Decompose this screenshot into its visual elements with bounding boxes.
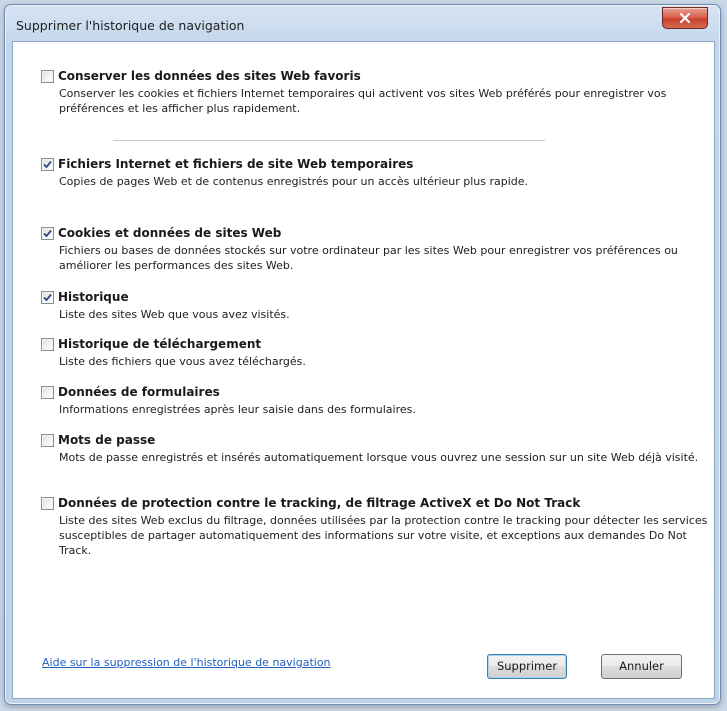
checkbox-cookies[interactable] (41, 227, 54, 240)
dialog-content: Conserver les données des sites Web favo… (12, 41, 715, 699)
cancel-button[interactable]: Annuler (601, 654, 682, 679)
dialog-title: Supprimer l'historique de navigation (16, 18, 245, 33)
close-icon (679, 13, 691, 23)
checkbox-history[interactable] (41, 291, 54, 304)
option-description: Mots de passe enregistrés et insérés aut… (59, 451, 699, 464)
checkmark-icon (43, 229, 52, 238)
title-bar: Supprimer l'historique de navigation (5, 5, 720, 41)
checkbox-tracking-protection[interactable] (41, 497, 54, 510)
option-title: Données de formulaires (58, 385, 220, 399)
option-title: Fichiers Internet et fichiers de site We… (58, 157, 414, 171)
help-link[interactable]: Aide sur la suppression de l'historique … (42, 656, 331, 669)
checkbox-passwords[interactable] (41, 434, 54, 447)
option-title: Mots de passe (58, 433, 156, 447)
divider (113, 140, 545, 141)
option-title: Conserver les données des sites Web favo… (58, 69, 361, 83)
option-title: Historique de téléchargement (58, 337, 262, 351)
option-description: Copies de pages Web et de contenus enreg… (59, 175, 529, 188)
option-description: Liste des fichiers que vous avez télécha… (59, 355, 306, 368)
option-description: Fichiers ou bases de données stockés sur… (59, 244, 678, 272)
option-description: Liste des sites Web exclus du filtrage, … (59, 514, 708, 557)
option-description: Liste des sites Web que vous avez visité… (59, 308, 290, 321)
option-description: Informations enregistrées après leur sai… (59, 403, 416, 416)
option-title: Données de protection contre le tracking… (58, 496, 581, 510)
delete-browsing-history-dialog: Supprimer l'historique de navigation Con… (4, 4, 721, 705)
option-title: Cookies et données de sites Web (58, 226, 282, 240)
checkmark-icon (43, 160, 52, 169)
checkbox-keep-favorites[interactable] (41, 70, 54, 83)
option-title: Historique (58, 290, 129, 304)
checkbox-download-history[interactable] (41, 338, 54, 351)
delete-button[interactable]: Supprimer (487, 654, 567, 679)
checkbox-form-data[interactable] (41, 386, 54, 399)
checkmark-icon (43, 293, 52, 302)
checkbox-temporary-files[interactable] (41, 158, 54, 171)
close-button[interactable] (662, 7, 708, 29)
option-description: Conserver les cookies et fichiers Intern… (59, 87, 667, 115)
